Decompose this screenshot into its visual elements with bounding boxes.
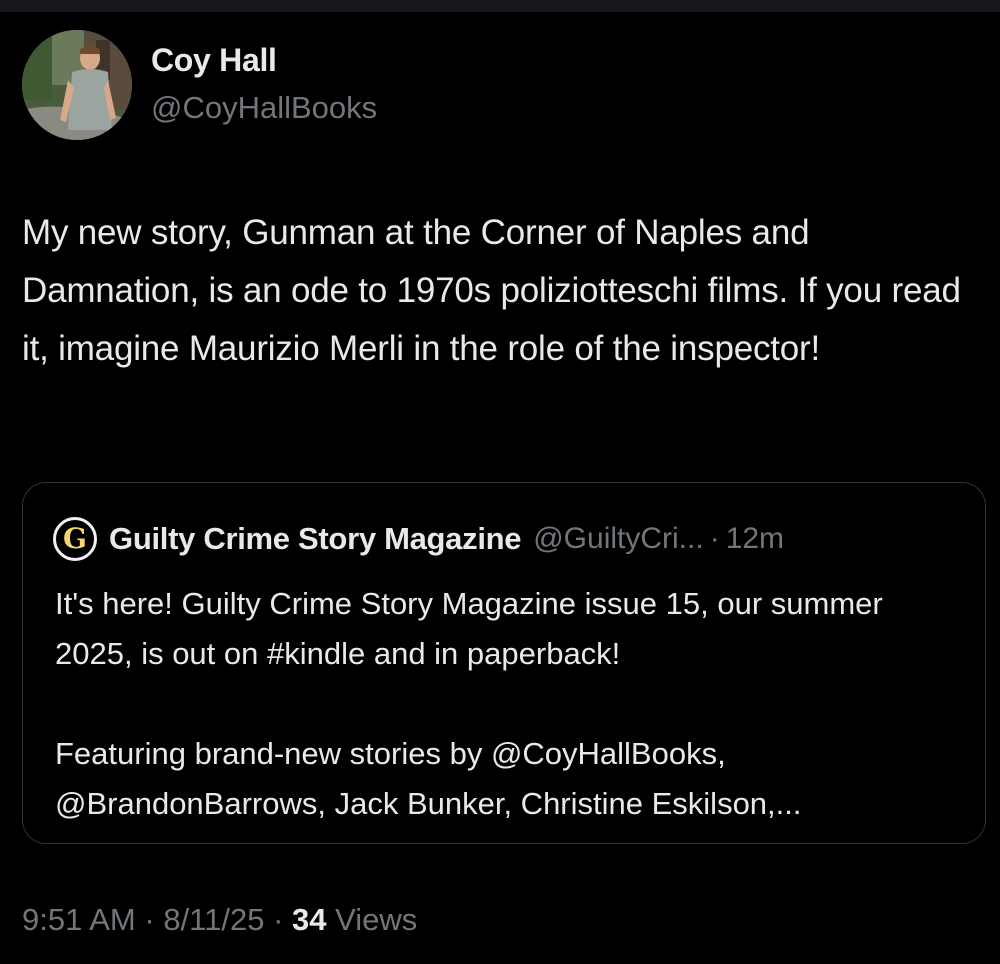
avatar-photo bbox=[22, 30, 132, 140]
author-handle[interactable]: @CoyHallBooks bbox=[151, 90, 377, 126]
meta-separator: · bbox=[144, 902, 155, 937]
tweet-meta: 9:51 AM · 8/11/25 · 34 Views bbox=[22, 902, 417, 938]
author-name[interactable]: Coy Hall bbox=[151, 42, 277, 79]
views-label[interactable]: Views bbox=[335, 902, 417, 937]
tweet-time[interactable]: 9:51 AM bbox=[22, 902, 136, 937]
meta-separator: · bbox=[273, 902, 284, 937]
views-count[interactable]: 34 bbox=[292, 902, 326, 937]
tweet-date[interactable]: 8/11/25 bbox=[163, 902, 264, 937]
quoted-author-handle[interactable]: @GuiltyCri... bbox=[533, 522, 703, 556]
top-bar bbox=[0, 0, 1000, 12]
quoted-tweet[interactable]: G Guilty Crime Story Magazine @GuiltyCri… bbox=[22, 482, 986, 844]
separator-dot: · bbox=[709, 522, 720, 555]
quoted-tweet-header: G Guilty Crime Story Magazine @GuiltyCri… bbox=[53, 517, 784, 561]
avatar[interactable] bbox=[22, 30, 132, 140]
magazine-logo-icon: G bbox=[53, 517, 97, 561]
magazine-logo-letter: G bbox=[63, 522, 87, 555]
tweet-text: My new story, Gunman at the Corner of Na… bbox=[22, 213, 961, 368]
quoted-tweet-text: It's here! Guilty Crime Story Magazine i… bbox=[55, 586, 883, 821]
quoted-timestamp[interactable]: 12m bbox=[726, 522, 784, 556]
quoted-author-name[interactable]: Guilty Crime Story Magazine bbox=[109, 521, 522, 557]
tweet: Coy Hall @CoyHallBooks My new story, Gun… bbox=[0, 12, 1000, 964]
